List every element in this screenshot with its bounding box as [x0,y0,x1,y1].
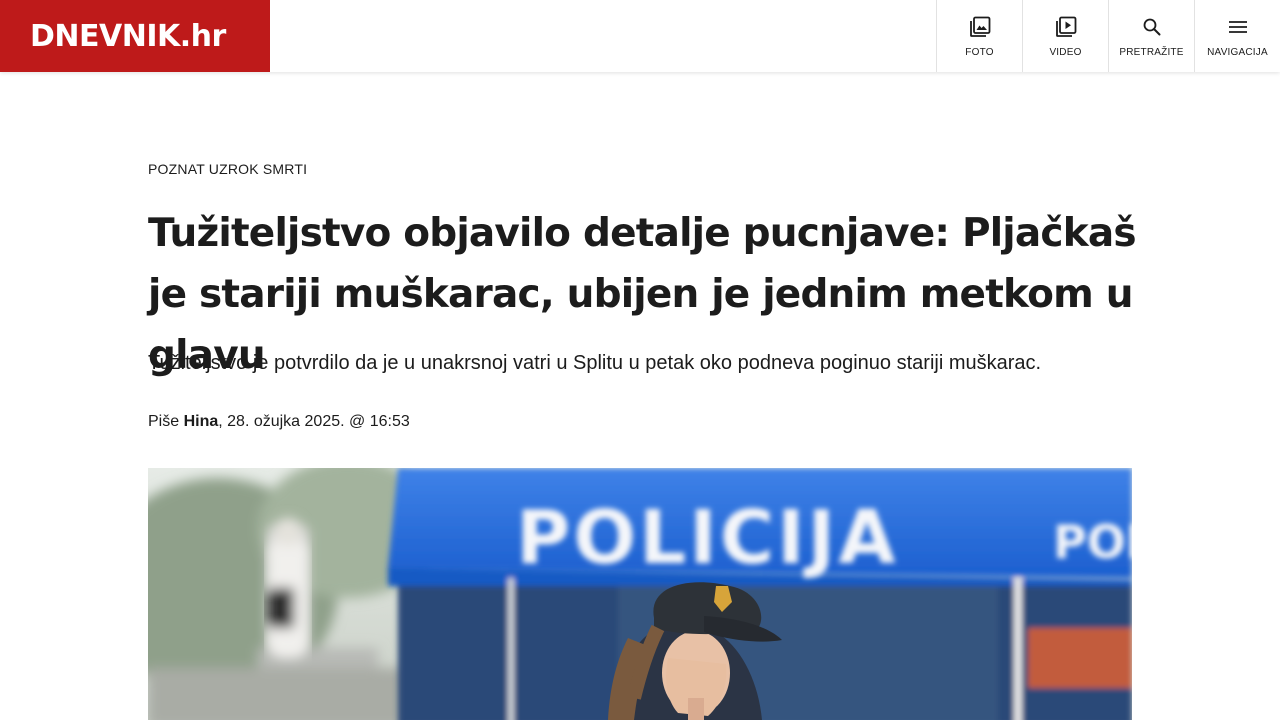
byline-date: , 28. ožujka 2025. @ 16:53 [218,413,410,430]
search-icon [1143,18,1160,36]
hamburger-menu-icon [1228,21,1247,33]
article-hero-image[interactable]: POLICIJA POLICI [148,468,1132,720]
nav-foto-button[interactable]: FOTO [936,0,1022,72]
site-logo[interactable]: DNEVNIK.hr [0,0,270,72]
header-nav: FOTO VIDEO PRETRAŽITE NAVIGACIJA [936,0,1280,72]
nav-video-button[interactable]: VIDEO [1022,0,1108,72]
tent-side-text: POLICI [1053,515,1132,569]
nav-search-label: PRETRAŽITE [1119,47,1184,58]
logo-text: DNEVNIK.hr [30,18,226,54]
video-play-icon [1055,16,1076,37]
nav-foto-label: FOTO [965,47,994,58]
article-lead: Tužiteljstvo je potvrdilo da je u unakrs… [148,352,1042,374]
nav-menu-button[interactable]: NAVIGACIJA [1194,0,1280,72]
tent-text: POLICIJA [516,495,898,581]
photo-gallery-icon [969,16,990,37]
byline-prefix: Piše [148,413,184,430]
article-byline: Piše Hina, 28. ožujka 2025. @ 16:53 [148,413,410,431]
byline-author[interactable]: Hina [184,413,219,430]
site-header: DNEVNIK.hr FOTO VIDEO PRETRAŽITE NAVIGAC… [0,0,1280,72]
article-kicker[interactable]: POZNAT UZROK SMRTI [148,161,307,177]
hero-photo: POLICIJA POLICI [148,468,1132,720]
nav-search-button[interactable]: PRETRAŽITE [1108,0,1194,72]
nav-menu-label: NAVIGACIJA [1207,47,1268,58]
nav-video-label: VIDEO [1049,47,1082,58]
